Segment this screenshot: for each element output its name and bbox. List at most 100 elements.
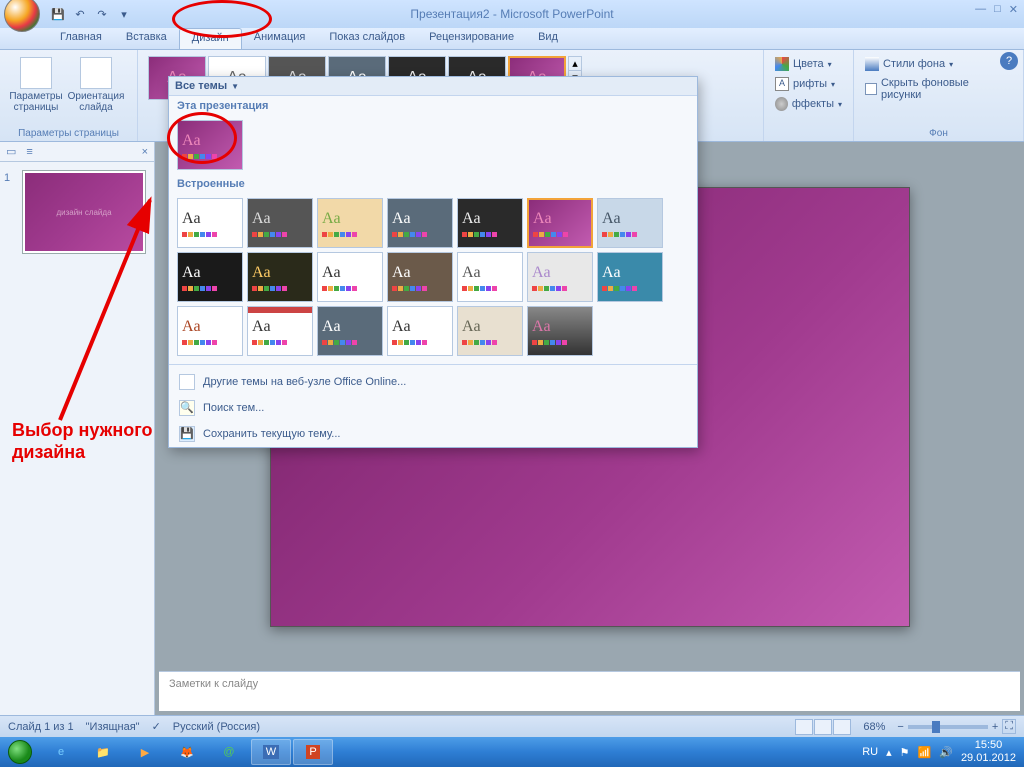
theme-swatches [322, 232, 378, 237]
zoom-out-button[interactable]: − [897, 721, 903, 733]
zoom-slider[interactable] [908, 725, 988, 729]
office-button[interactable] [4, 0, 40, 32]
zoom-in-button[interactable]: + [992, 721, 998, 733]
theme-aa-label: Aa [252, 210, 308, 228]
theme-builtin-thumb[interactable]: Aa [177, 306, 243, 356]
theme-builtin-thumb[interactable]: Aa [177, 198, 243, 248]
theme-builtin-thumb[interactable]: Aa [177, 252, 243, 302]
theme-builtin-thumb[interactable]: Aa [247, 306, 313, 356]
hide-bg-checkbox[interactable]: Скрыть фоновые рисунки [860, 74, 1017, 104]
theme-builtin-thumb[interactable]: Aa [387, 306, 453, 356]
theme-effects-button[interactable]: ффекты▾ [770, 94, 847, 114]
taskbar-ie[interactable]: e [41, 739, 81, 765]
tray-volume-icon[interactable]: 🔊 [939, 746, 953, 759]
tray-flag-icon[interactable]: ⚑ [900, 746, 910, 759]
theme-builtin-thumb[interactable]: Aa [247, 252, 313, 302]
checkbox-icon [865, 83, 877, 95]
tray-lang[interactable]: RU [862, 746, 878, 758]
outline-tab-icon[interactable]: ≡ [26, 146, 32, 158]
page-setup-button[interactable]: Параметры страницы [6, 52, 66, 118]
theme-builtin-thumb[interactable]: Aa [457, 252, 523, 302]
redo-icon[interactable]: ↷ [92, 4, 112, 24]
theme-builtin-thumb[interactable]: Aa [317, 252, 383, 302]
theme-aa-label: Aa [252, 318, 308, 336]
themes-save-menuitem[interactable]: 💾Сохранить текущую тему... [169, 421, 697, 447]
theme-builtin-thumb[interactable]: Aa [317, 198, 383, 248]
zoom-level[interactable]: 68% [863, 721, 885, 733]
theme-colors-button[interactable]: Цвета▾ [770, 54, 847, 74]
panel-close-icon[interactable]: × [142, 146, 148, 158]
tray-network-icon[interactable]: 📶 [918, 746, 932, 759]
theme-aa-label: Aa [182, 210, 238, 228]
effects-label: ффекты [792, 98, 834, 110]
qat-dropdown-icon[interactable]: ▾ [114, 4, 134, 24]
orientation-button[interactable]: Ориентация слайда [66, 52, 126, 118]
firefox-icon: 🦊 [180, 746, 194, 759]
theme-builtin-thumb[interactable]: Aa [597, 252, 663, 302]
themes-search-menuitem[interactable]: 🔍Поиск тем... [169, 395, 697, 421]
fonts-icon: A [775, 77, 789, 91]
minimize-button[interactable]: — [975, 3, 986, 16]
theme-fonts-button[interactable]: A рифты▾ [770, 74, 847, 94]
tray-expand-icon[interactable]: ▴ [886, 746, 892, 759]
background-styles-button[interactable]: Стили фона▾ [860, 54, 1017, 74]
view-sorter-button[interactable] [814, 719, 832, 735]
taskbar-explorer[interactable]: 📁 [83, 739, 123, 765]
spellcheck-icon[interactable]: ✓ [152, 720, 161, 733]
view-normal-button[interactable] [795, 719, 813, 735]
bg-styles-icon [865, 57, 879, 71]
theme-builtin-thumb[interactable]: Aa [457, 306, 523, 356]
slide-thumbnail[interactable]: дизайн слайда [22, 170, 146, 254]
online-icon [179, 374, 195, 390]
close-button[interactable]: ✕ [1009, 3, 1018, 16]
tab-insert[interactable]: Вставка [114, 28, 179, 49]
theme-swatches [462, 286, 518, 291]
theme-swatches [182, 232, 238, 237]
save-icon[interactable]: 💾 [48, 4, 68, 24]
tab-design[interactable]: Дизайн [179, 28, 242, 49]
orientation-label: Ориентация слайда [68, 91, 125, 113]
theme-swatches [462, 340, 518, 345]
notes-pane[interactable]: Заметки к слайду [159, 671, 1020, 711]
taskbar-powerpoint[interactable]: P [293, 739, 333, 765]
theme-builtin-thumb[interactable]: Aa [387, 198, 453, 248]
tray-clock[interactable]: 15:50 29.01.2012 [961, 739, 1016, 765]
themes-dropdown: Все темы▼ Эта презентация Aa Встроенные … [168, 76, 698, 448]
taskbar-word[interactable]: W [251, 739, 291, 765]
theme-builtin-thumb[interactable]: Aa [527, 198, 593, 248]
tab-animation[interactable]: Анимация [242, 28, 318, 49]
tab-view[interactable]: Вид [526, 28, 570, 49]
theme-builtin-thumb[interactable]: Aa [317, 306, 383, 356]
window-title: Презентация2 - Microsoft PowerPoint [0, 7, 1024, 21]
theme-builtin-thumb[interactable]: Aa [457, 198, 523, 248]
maximize-button[interactable]: □ [994, 3, 1001, 16]
theme-aa-label: Aa [533, 210, 587, 228]
tab-slideshow[interactable]: Показ слайдов [317, 28, 417, 49]
theme-swatches [392, 286, 448, 291]
mail-icon: @ [223, 746, 234, 758]
theme-builtin-thumb[interactable]: Aa [597, 198, 663, 248]
gallery-up-icon[interactable]: ▴ [569, 57, 581, 71]
word-icon: W [263, 745, 279, 759]
themes-online-menuitem[interactable]: Другие темы на веб-узле Office Online... [169, 369, 697, 395]
start-button[interactable] [0, 737, 40, 767]
theme-builtin-thumb[interactable]: Aa [247, 198, 313, 248]
zoom-fit-button[interactable]: ⛶ [1002, 719, 1016, 734]
tab-home[interactable]: Главная [48, 28, 114, 49]
slides-tab-icon[interactable]: ▭ [6, 145, 16, 158]
theme-current[interactable]: Aa [177, 120, 243, 170]
tab-review[interactable]: Рецензирование [417, 28, 526, 49]
help-icon[interactable]: ? [1000, 52, 1018, 70]
themes-all-header[interactable]: Все темы▼ [169, 77, 697, 96]
taskbar-mail[interactable]: @ [209, 739, 249, 765]
taskbar-media[interactable]: ▶ [125, 739, 165, 765]
orientation-icon [80, 57, 112, 89]
theme-builtin-thumb[interactable]: Aa [527, 306, 593, 356]
undo-icon[interactable]: ↶ [70, 4, 90, 24]
status-language[interactable]: Русский (Россия) [173, 721, 260, 733]
windows-logo-icon [8, 740, 32, 764]
theme-builtin-thumb[interactable]: Aa [527, 252, 593, 302]
theme-builtin-thumb[interactable]: Aa [387, 252, 453, 302]
taskbar-firefox[interactable]: 🦊 [167, 739, 207, 765]
view-show-button[interactable] [833, 719, 851, 735]
